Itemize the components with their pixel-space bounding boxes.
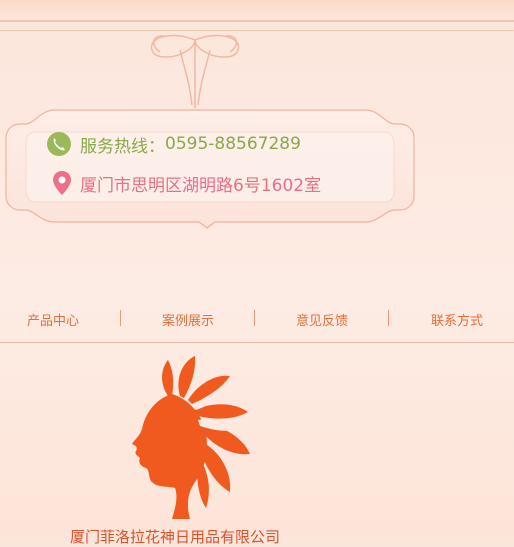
hotline-number[interactable]: 0595-88567289 (165, 134, 301, 154)
nav-separator (120, 310, 121, 326)
location-pin-icon (52, 170, 72, 196)
nav-separator (254, 310, 255, 326)
hotline-row: 服务热线： 0595-88567289 (46, 131, 301, 157)
ornament-swirl (150, 34, 240, 108)
nav-separator (388, 310, 389, 326)
flower-woman-logo (132, 356, 250, 519)
top-decorative-strip (0, 0, 514, 22)
company-name: 厦门菲洛拉花神日用品有限公司 (70, 528, 281, 546)
nav-item-products[interactable]: 产品中心 (27, 310, 79, 329)
nav-item-feedback[interactable]: 意见反馈 (296, 310, 348, 329)
top-divider (0, 30, 514, 31)
nav-item-cases[interactable]: 案例展示 (162, 310, 214, 329)
contact-plaque (5, 109, 415, 229)
address-row: 厦门市思明区湖明路6号1602室 (52, 170, 321, 196)
phone-icon (46, 131, 72, 157)
main-nav: 产品中心 案例展示 意见反馈 联系方式 (0, 296, 514, 343)
hotline-label: 服务热线： (80, 136, 165, 157)
address-text: 厦门市思明区湖明路6号1602室 (80, 175, 322, 196)
nav-item-contact[interactable]: 联系方式 (431, 310, 483, 329)
